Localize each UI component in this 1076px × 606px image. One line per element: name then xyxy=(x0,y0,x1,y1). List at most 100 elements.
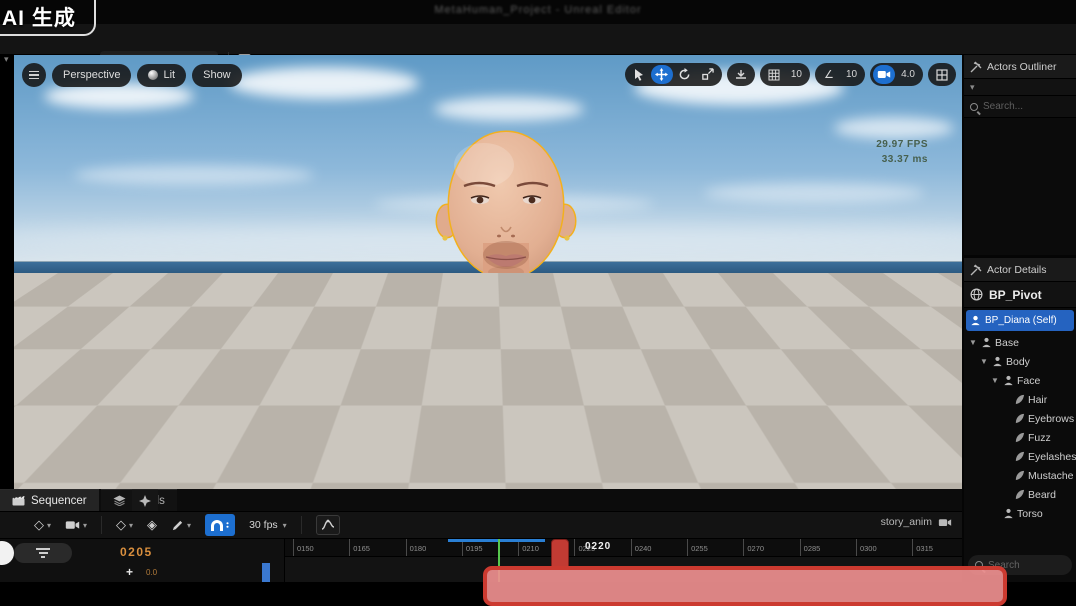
lit-dropdown[interactable]: Lit xyxy=(137,64,186,87)
details-header[interactable]: Actor Details xyxy=(964,258,1076,282)
watermark-url: www.jy3d.cn xyxy=(472,279,750,310)
scale-tool-button[interactable] xyxy=(697,65,719,84)
camera-speed-value[interactable]: 4.0 xyxy=(896,69,920,80)
tree-row[interactable]: ▼ Torso xyxy=(964,504,1076,523)
toggle-knob[interactable] xyxy=(0,541,14,565)
curve-icon xyxy=(321,519,335,531)
rotate-tool-button[interactable] xyxy=(674,65,696,84)
blueprint-icon xyxy=(970,315,981,326)
groom-icon xyxy=(1014,451,1025,462)
magnet-icon xyxy=(211,520,223,531)
expand-caret-icon[interactable]: ▼ xyxy=(969,338,978,347)
component-name: Face xyxy=(1017,375,1040,387)
framerate-value: 30 fps xyxy=(249,519,278,531)
perspective-dropdown[interactable]: Perspective xyxy=(52,64,131,87)
ruler-tick: 0285 xyxy=(800,539,856,556)
viewport-menu-button[interactable] xyxy=(22,63,46,87)
person-icon xyxy=(981,337,992,348)
tick-label: 0285 xyxy=(804,544,821,553)
tree-row[interactable]: ▼ Body xyxy=(964,352,1076,371)
sequence-breadcrumb[interactable]: story_anim xyxy=(881,516,952,528)
tree-row[interactable]: ▼ Face xyxy=(964,371,1076,390)
tree-row[interactable]: ▼ Beard xyxy=(964,485,1076,504)
tool-icon xyxy=(970,264,982,276)
component-name: Torso xyxy=(1017,508,1043,520)
track-outliner: 0205 + 0.0 xyxy=(0,539,285,582)
rotation-snap-value[interactable]: 10 xyxy=(841,69,862,80)
level-viewport[interactable]: Perspective Lit Show xyxy=(14,55,962,489)
tree-row[interactable]: ▼ Eyelashes xyxy=(964,447,1076,466)
toolbar-separator xyxy=(101,516,102,534)
ruler-tick: 0270 xyxy=(743,539,799,556)
groom-icon xyxy=(1014,413,1025,424)
viewport-stats: 29.97 FPS 33.37 ms xyxy=(876,137,928,167)
pencil-icon xyxy=(171,519,184,532)
tick-label: 0270 xyxy=(747,544,764,553)
tree-row[interactable]: ▼ Hair xyxy=(964,390,1076,409)
current-frame-readout[interactable]: 0205 xyxy=(120,545,153,559)
tick-label: 0255 xyxy=(691,544,708,553)
ruler-tick: 0165 xyxy=(349,539,405,556)
snap-options-icon xyxy=(227,522,229,528)
tick-label: 0195 xyxy=(466,544,483,553)
camera-speed-button[interactable] xyxy=(873,65,895,84)
chevron-down-icon[interactable]: ▾ xyxy=(4,54,9,65)
edit-mode-button[interactable]: ▾ xyxy=(171,519,191,532)
create-camera-button[interactable]: ▾ xyxy=(65,519,87,531)
component-name: Beard xyxy=(1028,489,1056,501)
grid-snap-value[interactable]: 10 xyxy=(786,69,807,80)
pinned-tab[interactable] xyxy=(132,489,158,511)
tab-label: Sequencer xyxy=(31,495,87,507)
tree-row[interactable]: ▼ Base xyxy=(964,333,1076,352)
track-accent xyxy=(262,563,270,582)
clapper-icon xyxy=(12,495,25,506)
auto-key-button[interactable]: ◈ xyxy=(147,517,157,533)
outliner-filter-row[interactable]: ▾ xyxy=(964,79,1076,96)
sparkle-icon xyxy=(139,495,151,507)
panel-tab[interactable]: Sequencer xyxy=(0,489,99,511)
grid-snap-button[interactable] xyxy=(763,65,785,84)
camera-icon xyxy=(877,69,891,80)
maximize-viewport-button[interactable] xyxy=(931,65,953,84)
pinned-actor-row[interactable]: BP_Pivot xyxy=(964,282,1076,308)
track-sub-label: 0.0 xyxy=(146,568,157,577)
expand-caret-icon[interactable]: ▼ xyxy=(980,357,989,366)
surface-snap-icon xyxy=(735,69,747,81)
tree-row[interactable]: ▼ Mustache xyxy=(964,466,1076,485)
move-icon xyxy=(655,68,668,81)
selected-component-row[interactable]: BP_Diana (Self) xyxy=(966,310,1074,331)
move-tool-button[interactable] xyxy=(651,65,673,84)
add-track-button[interactable]: + xyxy=(126,565,133,579)
person-icon xyxy=(1003,375,1014,386)
tree-row[interactable]: ▼ Eyebrows xyxy=(964,409,1076,428)
scale-icon xyxy=(701,68,714,81)
surface-snap-button[interactable] xyxy=(730,65,752,84)
timeline-ruler[interactable]: 0150 0165 0180 0195 0210 0225 0240 0255 … xyxy=(285,539,962,557)
working-range-bar[interactable] xyxy=(448,539,545,542)
snapping-toggle-button[interactable] xyxy=(205,514,235,536)
track-filter-button[interactable] xyxy=(14,543,72,563)
keyframe-options-button[interactable]: ◇▾ xyxy=(116,517,133,533)
person-icon xyxy=(992,356,1003,367)
sphere-icon xyxy=(148,70,158,80)
cursor-icon xyxy=(633,68,645,81)
select-tool-button[interactable] xyxy=(628,65,650,84)
curve-editor-button[interactable] xyxy=(316,515,340,535)
outliner-panel: Actors Outliner ▾ Search... xyxy=(964,55,1076,255)
filter-icon xyxy=(36,548,50,558)
component-tree: ▼ Base ▼ xyxy=(964,333,1076,523)
maximize-icon xyxy=(936,69,948,81)
tree-row[interactable]: ▼ Fuzz xyxy=(964,428,1076,447)
ruler-tick: 0300 xyxy=(856,539,912,556)
show-dropdown[interactable]: Show xyxy=(192,64,242,87)
camera-icon xyxy=(65,519,80,531)
watermark: 技艺学习素材网 www.jy3d.cn xyxy=(14,267,962,312)
outliner-search[interactable]: Search... xyxy=(964,96,1076,118)
ai-generated-badge: AI 生成 xyxy=(0,0,96,36)
component-name: Mustache xyxy=(1028,470,1074,482)
add-keyframe-button[interactable]: ◇▾ xyxy=(34,517,51,533)
expand-caret-icon[interactable]: ▼ xyxy=(991,376,1000,385)
outliner-header[interactable]: Actors Outliner xyxy=(964,55,1076,79)
rotation-snap-button[interactable]: ∠ xyxy=(818,65,840,84)
framerate-dropdown[interactable]: 30 fps ▾ xyxy=(249,519,287,531)
